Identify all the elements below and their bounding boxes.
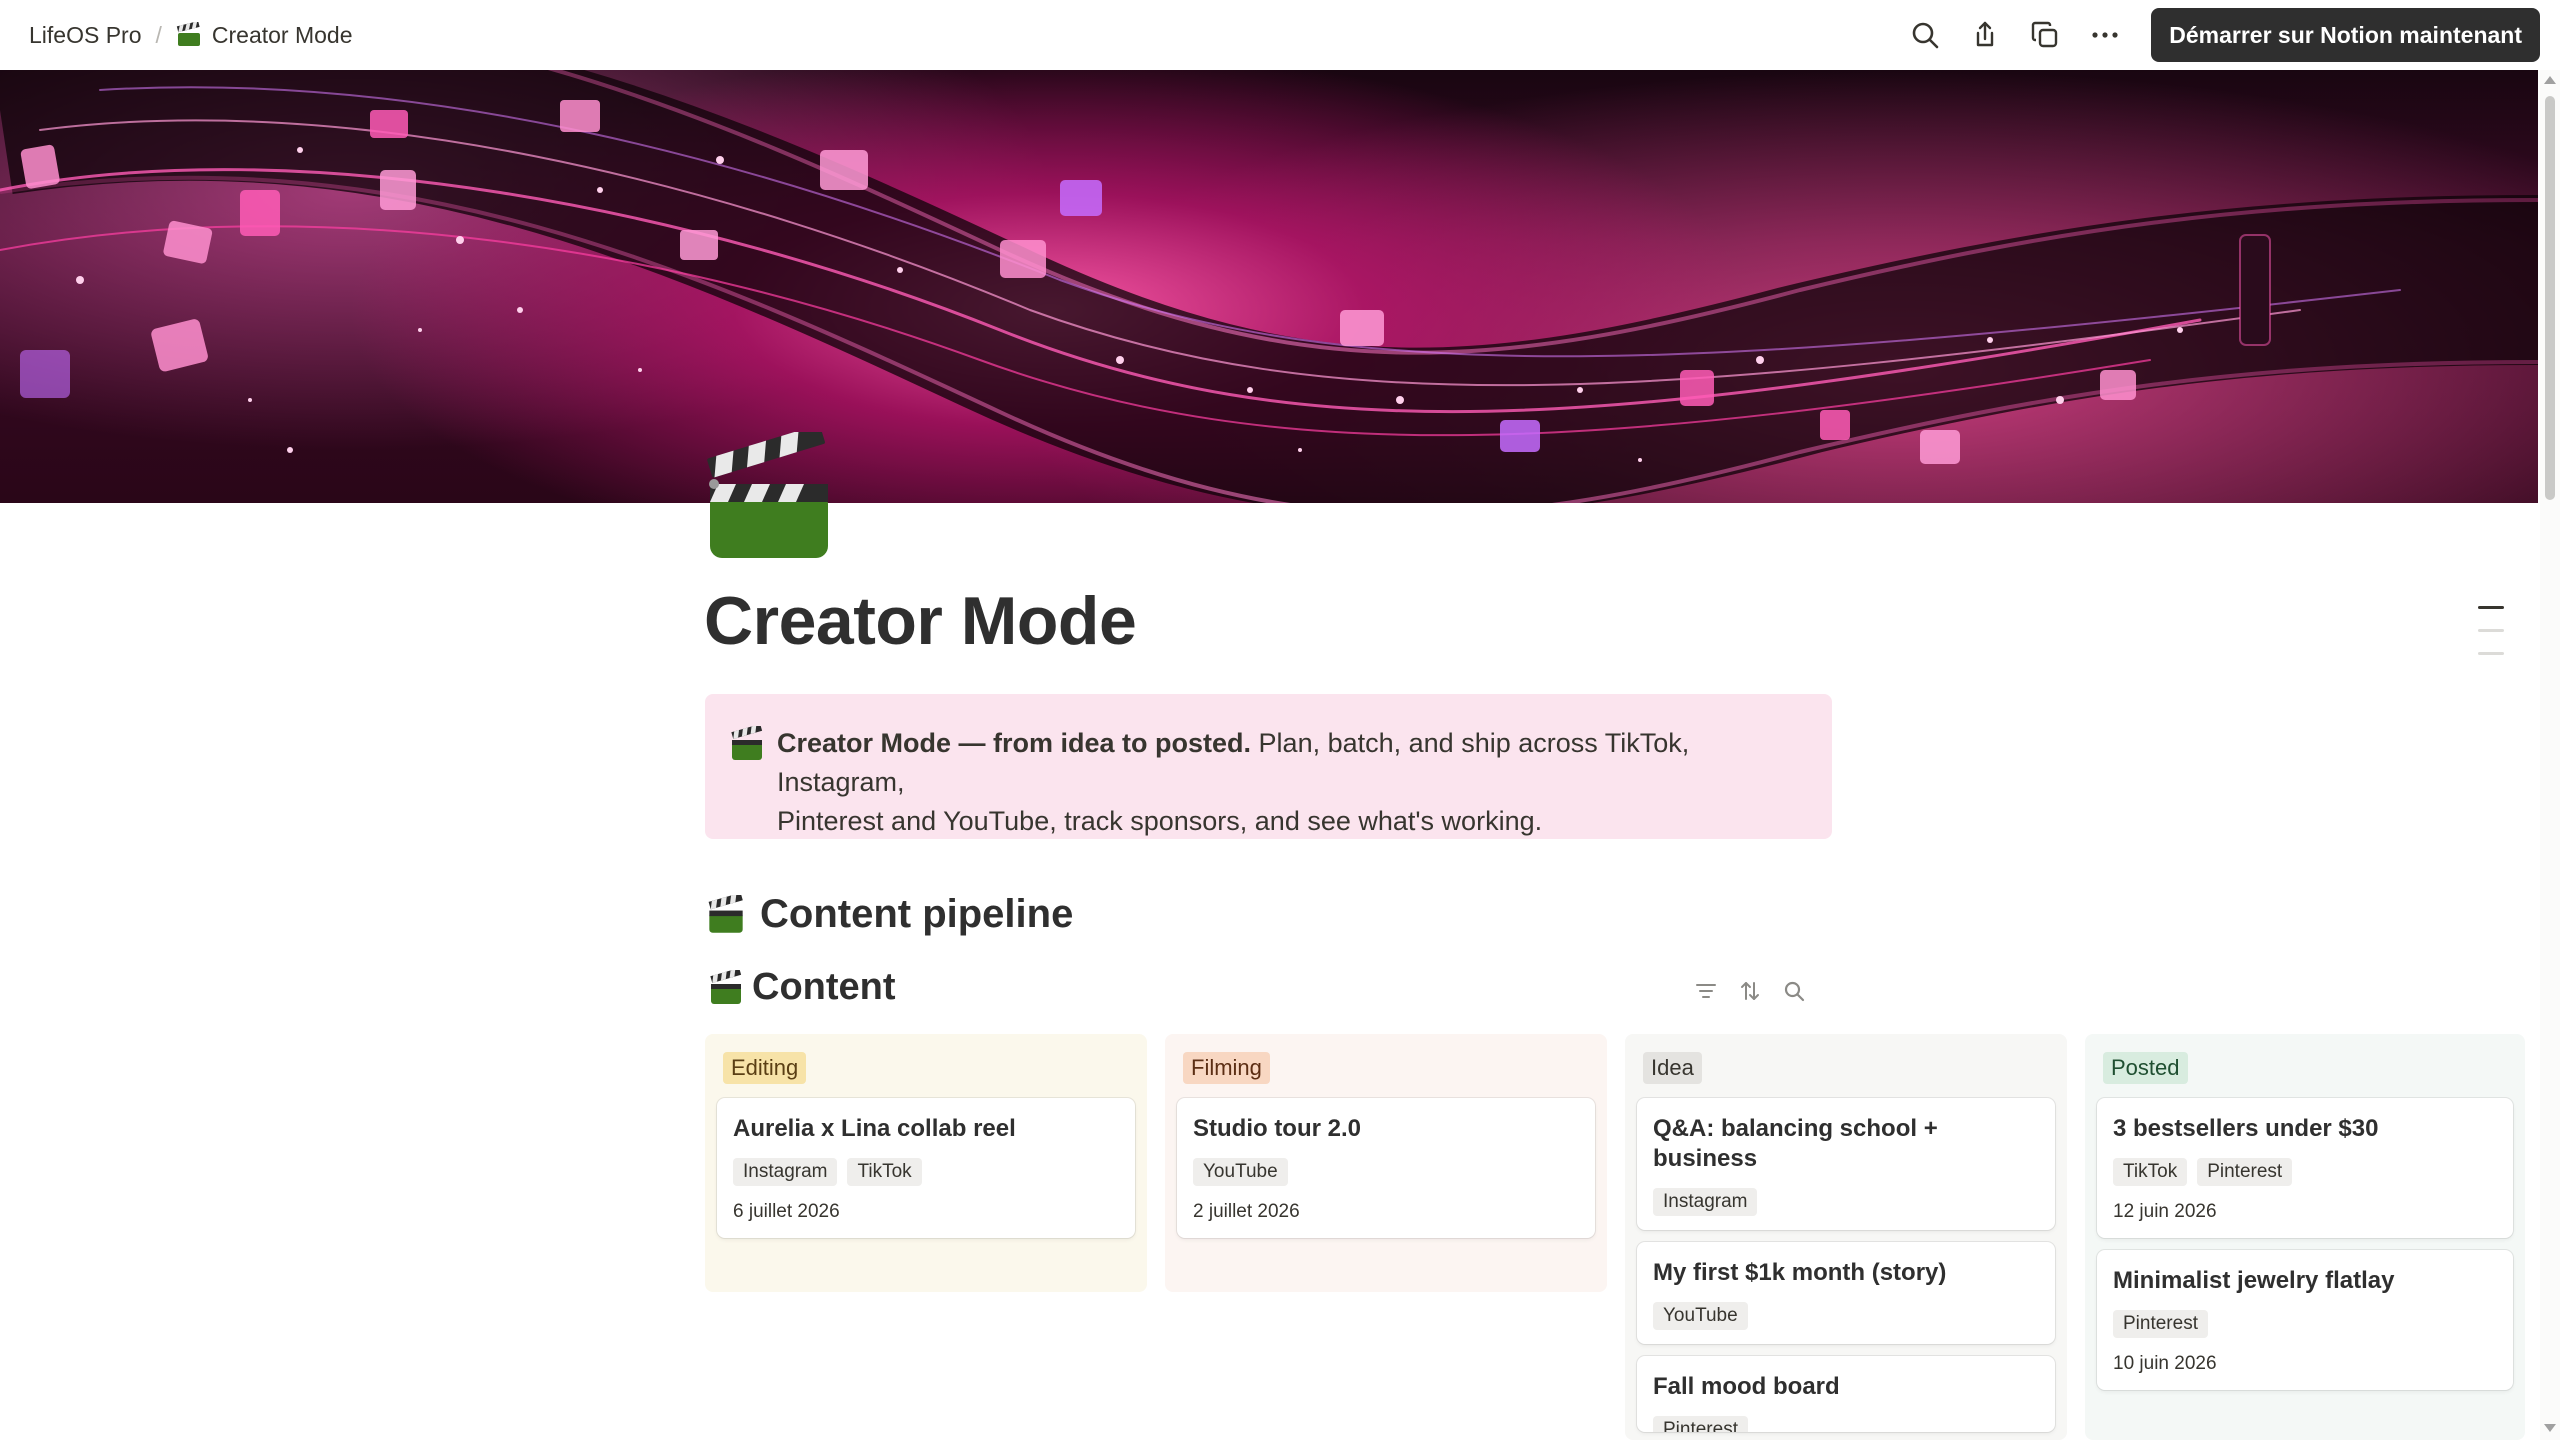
breadcrumb-separator: / — [155, 21, 162, 48]
platform-tag: Instagram — [1653, 1188, 1758, 1216]
board-card[interactable]: Studio tour 2.0 YouTube 2 juillet 2026 — [1177, 1098, 1595, 1238]
card-title: Studio tour 2.0 — [1193, 1115, 1361, 1142]
platform-tag: Pinterest — [1653, 1416, 1748, 1432]
clapper-board-icon — [176, 22, 202, 48]
board-card[interactable]: 3 bestsellers under $30 TikTok Pinterest… — [2097, 1098, 2513, 1238]
board-card[interactable]: Aurelia x Lina collab reel Instagram Tik… — [717, 1098, 1135, 1238]
more-icon[interactable] — [2075, 5, 2135, 65]
clapper-board-icon — [710, 969, 742, 1004]
platform-tag: Pinterest — [2113, 1310, 2208, 1338]
callout-text: Creator Mode — from idea to posted. Plan… — [777, 724, 1802, 839]
clapper-board-icon[interactable] — [706, 424, 832, 560]
board-card[interactable]: Q&A: balancing school + business Instagr… — [1637, 1098, 2055, 1230]
toc-line-active[interactable] — [2478, 606, 2504, 609]
callout-bold-lead: Creator Mode — from idea to posted. — [777, 728, 1252, 758]
card-title: Aurelia x Lina collab reel — [733, 1115, 1016, 1142]
start-on-notion-button[interactable]: Démarrer sur Notion maintenant — [2151, 8, 2540, 62]
platform-tag: YouTube — [1193, 1158, 1288, 1186]
card-date: 12 juin 2026 — [2113, 1201, 2217, 1222]
status-badge: Posted — [2103, 1052, 2188, 1084]
platform-tag: YouTube — [1653, 1302, 1748, 1330]
platform-tag: TikTok — [2113, 1158, 2188, 1186]
platform-tag: Pinterest — [2197, 1158, 2293, 1186]
top-bar: LifeOS Pro / Creator Mode Démarrer sur N… — [0, 0, 2560, 70]
scroll-thumb[interactable] — [2545, 96, 2555, 500]
card-title: Fall mood board — [1653, 1373, 1840, 1400]
content-board: Editing Aurelia x Lina collab reel Insta… — [705, 1034, 2525, 1440]
section-heading-content-pipeline: Content pipeline — [706, 892, 1073, 937]
card-title: Q&A: balancing school + business — [1653, 1115, 1938, 1172]
search-icon[interactable] — [1772, 976, 1816, 1006]
status-badge: Idea — [1643, 1052, 1702, 1084]
page-title: Creator Mode — [704, 583, 1137, 659]
status-badge: Filming — [1183, 1052, 1270, 1084]
board-column-posted: Posted 3 bestsellers under $30 TikTok Pi… — [2085, 1034, 2525, 1440]
filter-icon[interactable] — [1684, 976, 1728, 1006]
section-heading-text: Content pipeline — [760, 892, 1074, 936]
scroll-down-arrow-icon[interactable] — [2544, 1424, 2556, 1432]
page-scrollbar[interactable] — [2540, 70, 2560, 1440]
toc-line[interactable] — [2478, 652, 2504, 655]
card-title: Minimalist jewelry flatlay — [2113, 1267, 2395, 1294]
share-icon[interactable] — [1955, 5, 2015, 65]
clapper-board-icon — [729, 723, 765, 762]
platform-tag: TikTok — [847, 1158, 922, 1186]
card-title: 3 bestsellers under $30 — [2113, 1115, 2379, 1142]
board-column-idea: Idea Q&A: balancing school + business In… — [1625, 1034, 2067, 1440]
database-toolbar — [1684, 976, 1816, 1006]
platform-tag: Instagram — [733, 1158, 838, 1186]
clapper-board-icon — [708, 894, 743, 933]
breadcrumb-workspace[interactable]: LifeOS Pro — [29, 22, 142, 49]
board-card[interactable]: Fall mood board Pinterest — [1637, 1356, 2055, 1432]
board-column-editing: Editing Aurelia x Lina collab reel Insta… — [705, 1034, 1147, 1292]
breadcrumb-page[interactable]: Creator Mode — [212, 22, 353, 49]
duplicate-icon[interactable] — [2015, 5, 2075, 65]
card-date: 10 juin 2026 — [2113, 1353, 2217, 1374]
database-title[interactable]: Content — [708, 966, 896, 1009]
table-of-contents-indicator[interactable] — [2478, 606, 2506, 675]
scroll-up-arrow-icon[interactable] — [2544, 76, 2556, 84]
board-card[interactable]: My first $1k month (story) YouTube — [1637, 1242, 2055, 1344]
card-date: 6 juillet 2026 — [733, 1201, 840, 1222]
card-title: My first $1k month (story) — [1653, 1259, 1947, 1286]
board-column-filming: Filming Studio tour 2.0 YouTube 2 juille… — [1165, 1034, 1607, 1292]
toc-line[interactable] — [2478, 629, 2504, 632]
database-title-text[interactable]: Content — [752, 966, 896, 1009]
page-cover-image — [0, 70, 2538, 503]
search-icon[interactable] — [1895, 5, 1955, 65]
status-badge: Editing — [723, 1052, 807, 1084]
board-card[interactable]: Minimalist jewelry flatlay Pinterest 10 … — [2097, 1250, 2513, 1390]
card-date: 2 juillet 2026 — [1193, 1201, 1300, 1222]
callout-body-line2: Pinterest and YouTube, track sponsors, a… — [777, 806, 1543, 836]
sort-icon[interactable] — [1728, 976, 1772, 1006]
breadcrumb: LifeOS Pro / Creator Mode — [29, 22, 353, 49]
intro-callout: Creator Mode — from idea to posted. Plan… — [705, 694, 1832, 839]
